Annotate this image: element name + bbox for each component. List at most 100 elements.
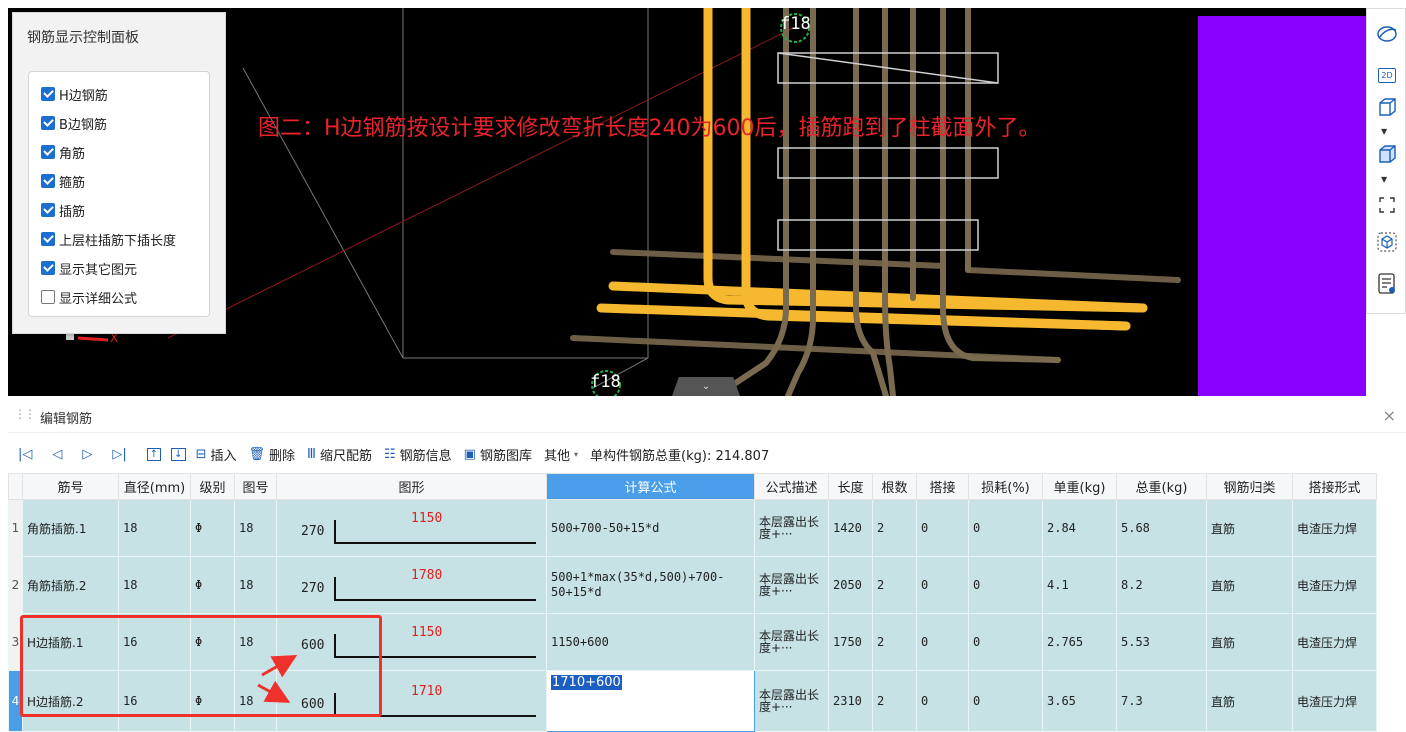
collapse-tab[interactable]: ⌄	[672, 377, 740, 396]
cell-total-weight[interactable]: 7.3	[1116, 670, 1207, 732]
next-record-icon[interactable]: ▷	[82, 447, 92, 462]
cell-category[interactable]: 直筋	[1206, 670, 1293, 732]
column-header[interactable]: 公式描述	[754, 473, 829, 500]
column-header[interactable]: 图形	[276, 473, 547, 500]
column-header[interactable]: 搭接	[916, 473, 969, 500]
orbit-icon[interactable]	[1375, 23, 1399, 45]
cell-length[interactable]: 1750	[828, 613, 873, 671]
table-row[interactable]: 2 角筋插筋.2 18 Φ 18 270 1780 500+1*max(35*d,…	[8, 556, 1377, 614]
fit-view-icon[interactable]	[1375, 194, 1399, 216]
column-header[interactable]: 图号	[234, 473, 277, 500]
cell-grade[interactable]: Φ	[190, 613, 235, 671]
option-upper-dowel-length[interactable]: 上层柱插筋下插长度	[41, 229, 176, 249]
cell-diameter[interactable]: 18	[118, 556, 191, 614]
cell-category[interactable]: 直筋	[1206, 499, 1293, 557]
cell-count[interactable]: 2	[872, 499, 917, 557]
row-number[interactable]: 3	[8, 613, 23, 671]
insert-button[interactable]: ⊟ 插入	[196, 445, 237, 464]
cell-grade[interactable]: Φ	[190, 670, 235, 732]
cell-loss[interactable]: 0	[968, 613, 1043, 671]
cell-length[interactable]: 1420	[828, 499, 873, 557]
option-h-rebar[interactable]: H边钢筋	[41, 84, 108, 104]
checkbox-icon[interactable]	[41, 145, 55, 159]
list-view-icon[interactable]	[1375, 273, 1399, 295]
option-b-rebar[interactable]: B边钢筋	[41, 113, 107, 133]
prev-record-icon[interactable]: ◁	[52, 447, 62, 462]
cell-grade[interactable]: Φ	[190, 556, 235, 614]
scale-rebar-button[interactable]: Ⅲ 缩尺配筋	[307, 445, 372, 464]
rebar-library-button[interactable]: ▣ 钢筋图库	[464, 445, 532, 464]
cell-category[interactable]: 直筋	[1206, 556, 1293, 614]
option-dowel[interactable]: 插筋	[41, 200, 85, 220]
cell-figure[interactable]: 18	[234, 613, 277, 671]
cell-unit-weight[interactable]: 2.84	[1042, 499, 1117, 557]
option-stirrup[interactable]: 箍筋	[41, 171, 85, 191]
column-header[interactable]: 总重(kg)	[1116, 473, 1207, 500]
formula-edit-field[interactable]: 1710+600	[546, 670, 755, 732]
checkbox-icon[interactable]	[41, 174, 55, 188]
table-row[interactable]: 1 角筋插筋.1 18 Φ 18 270 1150 500+700-50+15*d…	[8, 499, 1377, 557]
cell-figure[interactable]: 18	[234, 670, 277, 732]
cell-grade[interactable]: Φ	[190, 499, 235, 557]
cell-loss[interactable]: 0	[968, 670, 1043, 732]
3d-box-icon[interactable]	[1375, 96, 1399, 118]
cell-shape[interactable]: 600 1150	[276, 613, 547, 671]
cell-diameter[interactable]: 18	[118, 499, 191, 557]
3d-solid-icon[interactable]	[1375, 143, 1399, 165]
cell-total-weight[interactable]: 8.2	[1116, 556, 1207, 614]
cell-shape[interactable]: 600 1710	[276, 670, 547, 732]
column-header[interactable]: 单重(kg)	[1042, 473, 1117, 500]
cell-category[interactable]: 直筋	[1206, 613, 1293, 671]
cell-name[interactable]: 角筋插筋.1	[22, 499, 119, 557]
cell-unit-weight[interactable]: 2.765	[1042, 613, 1117, 671]
cell-length[interactable]: 2310	[828, 670, 873, 732]
checkbox-icon[interactable]	[41, 261, 55, 275]
cell-count[interactable]: 2	[872, 556, 917, 614]
cell-unit-weight[interactable]: 3.65	[1042, 670, 1117, 732]
cell-description[interactable]: 本层露出长度+···	[754, 556, 829, 614]
cell-lap[interactable]: 0	[916, 556, 969, 614]
column-header[interactable]: 损耗(%)	[968, 473, 1043, 500]
cell-loss[interactable]: 0	[968, 499, 1043, 557]
row-number[interactable]: 1	[8, 499, 23, 557]
cell-count[interactable]: 2	[872, 613, 917, 671]
cell-description[interactable]: 本层露出长度+···	[754, 613, 829, 671]
checkbox-icon[interactable]	[41, 290, 55, 304]
2d-icon[interactable]: 2D	[1375, 64, 1399, 86]
checkbox-icon[interactable]	[41, 116, 55, 130]
option-corner-rebar[interactable]: 角筋	[41, 142, 85, 162]
cell-lap-type[interactable]: 电渣压力焊	[1292, 613, 1377, 671]
delete-button[interactable]: 🗑 删除	[248, 445, 295, 464]
cell-lap[interactable]: 0	[916, 613, 969, 671]
cell-name[interactable]: H边插筋.2	[22, 670, 119, 732]
option-show-other[interactable]: 显示其它图元	[41, 258, 137, 278]
cell-lap-type[interactable]: 电渣压力焊	[1292, 499, 1377, 557]
cell-name[interactable]: 角筋插筋.2	[22, 556, 119, 614]
column-header-selected[interactable]: 计算公式	[546, 473, 755, 500]
column-header[interactable]: 搭接形式	[1292, 473, 1377, 500]
column-header[interactable]: 级别	[190, 473, 235, 500]
move-up-icon[interactable]: ↑	[146, 447, 162, 461]
cell-description[interactable]: 本层露出长度+···	[754, 670, 829, 732]
move-down-icon[interactable]: ↓	[171, 447, 186, 461]
cell-total-weight[interactable]: 5.68	[1116, 499, 1207, 557]
cell-lap-type[interactable]: 电渣压力焊	[1292, 670, 1377, 732]
option-show-formula[interactable]: 显示详细公式	[41, 287, 137, 307]
checkbox-icon[interactable]	[41, 203, 55, 217]
checkbox-icon[interactable]	[41, 87, 55, 101]
cell-loss[interactable]: 0	[968, 556, 1043, 614]
cell-count[interactable]: 2	[872, 670, 917, 732]
table-row[interactable]: 3 H边插筋.1 16 Φ 18 600 1150 1150+600 本层露出长度…	[8, 613, 1377, 671]
first-record-icon[interactable]: |◁	[18, 447, 32, 462]
cell-diameter[interactable]: 16	[118, 670, 191, 732]
cell-diameter[interactable]: 16	[118, 613, 191, 671]
cell-formula[interactable]: 500+1*max(35*d,500)+700-50+15*d	[546, 556, 755, 614]
row-number[interactable]: 4	[8, 670, 23, 732]
cell-total-weight[interactable]: 5.53	[1116, 613, 1207, 671]
chevron-down-icon[interactable]: ▼	[1381, 175, 1387, 184]
cell-lap[interactable]: 0	[916, 670, 969, 732]
chevron-down-icon[interactable]: ▼	[1381, 127, 1387, 136]
column-header[interactable]: 长度	[828, 473, 873, 500]
cell-shape[interactable]: 270 1150	[276, 499, 547, 557]
cell-formula[interactable]: 1150+600	[546, 613, 755, 671]
